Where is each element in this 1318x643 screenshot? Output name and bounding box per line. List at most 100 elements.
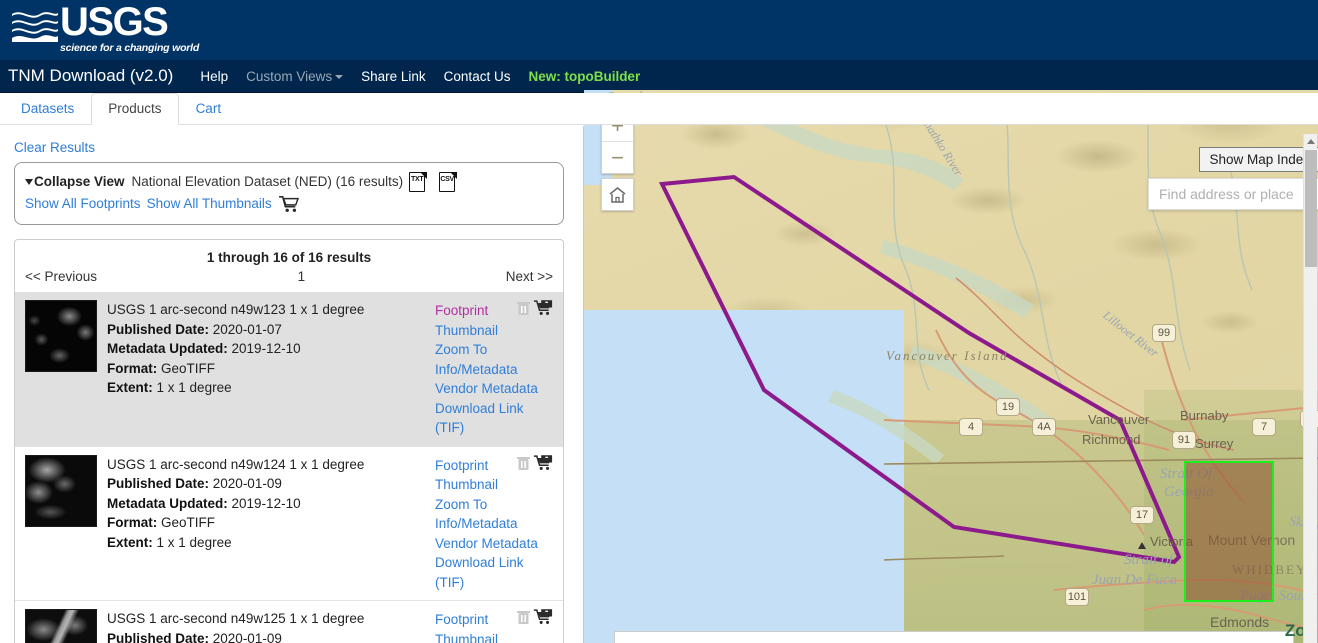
add-to-cart-icon[interactable] (533, 454, 553, 471)
trash-icon[interactable] (516, 299, 531, 316)
table-row[interactable]: USGS 1 arc-second n49w124 1 x 1 degree P… (15, 445, 563, 601)
collapse-view-toggle[interactable]: Collapse View (25, 171, 125, 193)
row-actions (516, 454, 553, 471)
link-vendor-metadata[interactable]: Vendor Metadata (435, 534, 555, 554)
zoom-out-button[interactable]: − (602, 142, 633, 173)
dataset-summary-box: Collapse View National Elevation Dataset… (14, 162, 564, 225)
results-scroll-area: Collapse View National Elevation Dataset… (0, 162, 572, 643)
scrollbar-thumb[interactable] (1305, 150, 1317, 267)
show-all-thumbnails-link[interactable]: Show All Thumbnails (147, 193, 272, 215)
results-panel: Clear Results Collapse View National Ele… (0, 126, 584, 643)
chevron-down-icon (335, 74, 344, 79)
link-zoom-to[interactable]: Zoom To (435, 495, 555, 515)
link-download-format[interactable]: (TIF) (435, 573, 555, 593)
link-download[interactable]: Download Link (435, 399, 555, 419)
city-marker-victoria (1138, 542, 1146, 549)
home-extent-button[interactable] (601, 178, 634, 211)
usgs-logo[interactable]: USGS science for a changing world (12, 0, 199, 56)
csv-export-icon[interactable]: CSV (438, 171, 458, 193)
link-info-metadata[interactable]: Info/Metadata (435, 360, 555, 380)
highway-shield-4: 4 (959, 418, 983, 436)
highway-shield-17: 17 (1130, 506, 1154, 524)
clear-results-link[interactable]: Clear Results (0, 126, 583, 165)
usgs-wave-logo-icon (12, 8, 58, 42)
tab-bar: Datasets Products Cart (0, 93, 1318, 125)
highway-shield-7: 7 (1252, 418, 1276, 436)
nav-link-share-link[interactable]: Share Link (352, 69, 435, 84)
tnm-download-app: USGS science for a changing world TNM Do… (0, 0, 1318, 643)
usgs-header: USGS science for a changing world (0, 0, 1318, 60)
txt-export-icon[interactable]: TXT (408, 171, 428, 193)
show-map-index-button[interactable]: Show Map Index (1199, 147, 1318, 172)
highway-shield-101: 101 (1065, 588, 1089, 606)
result-info: USGS 1 arc-second n49w125 1 x 1 degree P… (107, 609, 431, 643)
map-bottom-panel (614, 631, 1294, 643)
link-download[interactable]: Download Link (435, 553, 555, 573)
nav-link-contact-us[interactable]: Contact Us (435, 69, 520, 84)
highway-shield-19: 19 (996, 398, 1020, 416)
trash-icon[interactable] (516, 608, 531, 625)
selected-footprint-highlight[interactable] (1184, 461, 1274, 602)
results-panel-scrollbar[interactable] (1303, 134, 1317, 643)
result-info: USGS 1 arc-second n49w124 1 x 1 degree P… (107, 455, 431, 593)
pager-page-number[interactable]: 1 (298, 269, 306, 284)
result-published: Published Date: 2020-01-09 (107, 630, 282, 643)
result-title: USGS 1 arc-second n49w125 1 x 1 degree (107, 611, 365, 626)
link-thumbnail[interactable]: Thumbnail (435, 321, 555, 341)
result-published: Published Date: 2020-01-07 (107, 321, 282, 337)
add-to-cart-icon[interactable] (533, 608, 553, 625)
dataset-name-label: National Elevation Dataset (NED) (16 res… (131, 174, 404, 189)
map-search-box[interactable] (1148, 178, 1318, 210)
home-icon (609, 186, 626, 203)
results-list: 1 through 16 of 16 results << Previous 1… (14, 239, 564, 643)
app-title: TNM Download (v2.0) (8, 66, 174, 85)
result-links: Footprint Thumbnail Zoom To Info/Metadat… (435, 300, 555, 438)
link-info-metadata[interactable]: Info/Metadata (435, 514, 555, 534)
add-to-cart-icon[interactable] (533, 299, 553, 316)
scroll-up-button[interactable] (1304, 134, 1318, 148)
show-all-footprints-link[interactable]: Show All Footprints (25, 193, 141, 215)
triangle-up-icon (1307, 138, 1315, 144)
result-extent: Extent: 1 x 1 degree (107, 534, 232, 550)
map-viewport[interactable]: Sound CANADA Homathko River Tasal Lilloo… (584, 90, 1318, 643)
result-published: Published Date: 2020-01-09 (107, 476, 282, 491)
tab-datasets[interactable]: Datasets (4, 93, 91, 124)
result-metadata-updated: Metadata Updated: 2019-12-10 (107, 341, 301, 356)
link-zoom-to[interactable]: Zoom To (435, 340, 555, 360)
result-extent: Extent: 1 x 1 degree (107, 380, 232, 395)
result-thumbnail[interactable] (25, 454, 97, 527)
result-title: USGS 1 arc-second n49w123 1 x 1 degree (107, 302, 365, 317)
link-download-format[interactable]: (TIF) (435, 418, 555, 438)
usgs-wordmark: USGS (60, 0, 169, 44)
highway-shield-91: 91 (1172, 431, 1196, 449)
pager-next[interactable]: Next >> (506, 269, 553, 284)
result-thumbnail[interactable] (25, 609, 97, 643)
pager-previous[interactable]: << Previous (25, 269, 97, 284)
highway-shield-99: 99 (1152, 324, 1176, 342)
result-format: Format: GeoTIFF (107, 515, 216, 530)
result-metadata-updated: Metadata Updated: 2019-12-10 (107, 495, 301, 511)
tab-cart[interactable]: Cart (179, 93, 239, 124)
result-title: USGS 1 arc-second n49w124 1 x 1 degree (107, 456, 365, 472)
csv-icon-label: CSV (440, 176, 454, 183)
txt-icon-label: TXT (410, 176, 424, 183)
link-vendor-metadata[interactable]: Vendor Metadata (435, 379, 555, 399)
nav-link-custom-views-label: Custom Views (246, 68, 333, 84)
row-actions (516, 299, 553, 316)
tab-products[interactable]: Products (91, 93, 179, 125)
table-row[interactable]: USGS 1 arc-second n49w123 1 x 1 degree P… (15, 292, 563, 446)
triangle-down-icon (25, 179, 33, 186)
highway-shield-4a: 4A (1032, 418, 1056, 436)
nav-link-help[interactable]: Help (191, 69, 237, 84)
nav-link-topobuilder[interactable]: New: topoBuilder (519, 69, 649, 84)
link-thumbnail[interactable]: Thumbnail (435, 475, 555, 495)
map-search-input[interactable] (1149, 179, 1318, 209)
trash-icon[interactable] (516, 454, 531, 471)
add-all-to-cart-icon[interactable] (278, 195, 300, 213)
nav-link-custom-views[interactable]: Custom Views (237, 69, 352, 84)
table-row[interactable]: USGS 1 arc-second n49w125 1 x 1 degree P… (15, 600, 563, 643)
result-links: Footprint Thumbnail Zoom To Info/Metadat… (435, 455, 555, 593)
result-thumbnail[interactable] (25, 300, 97, 372)
link-thumbnail[interactable]: Thumbnail (435, 630, 555, 643)
app-nav-bar: TNM Download (v2.0) Help Custom Views Sh… (0, 60, 1318, 93)
